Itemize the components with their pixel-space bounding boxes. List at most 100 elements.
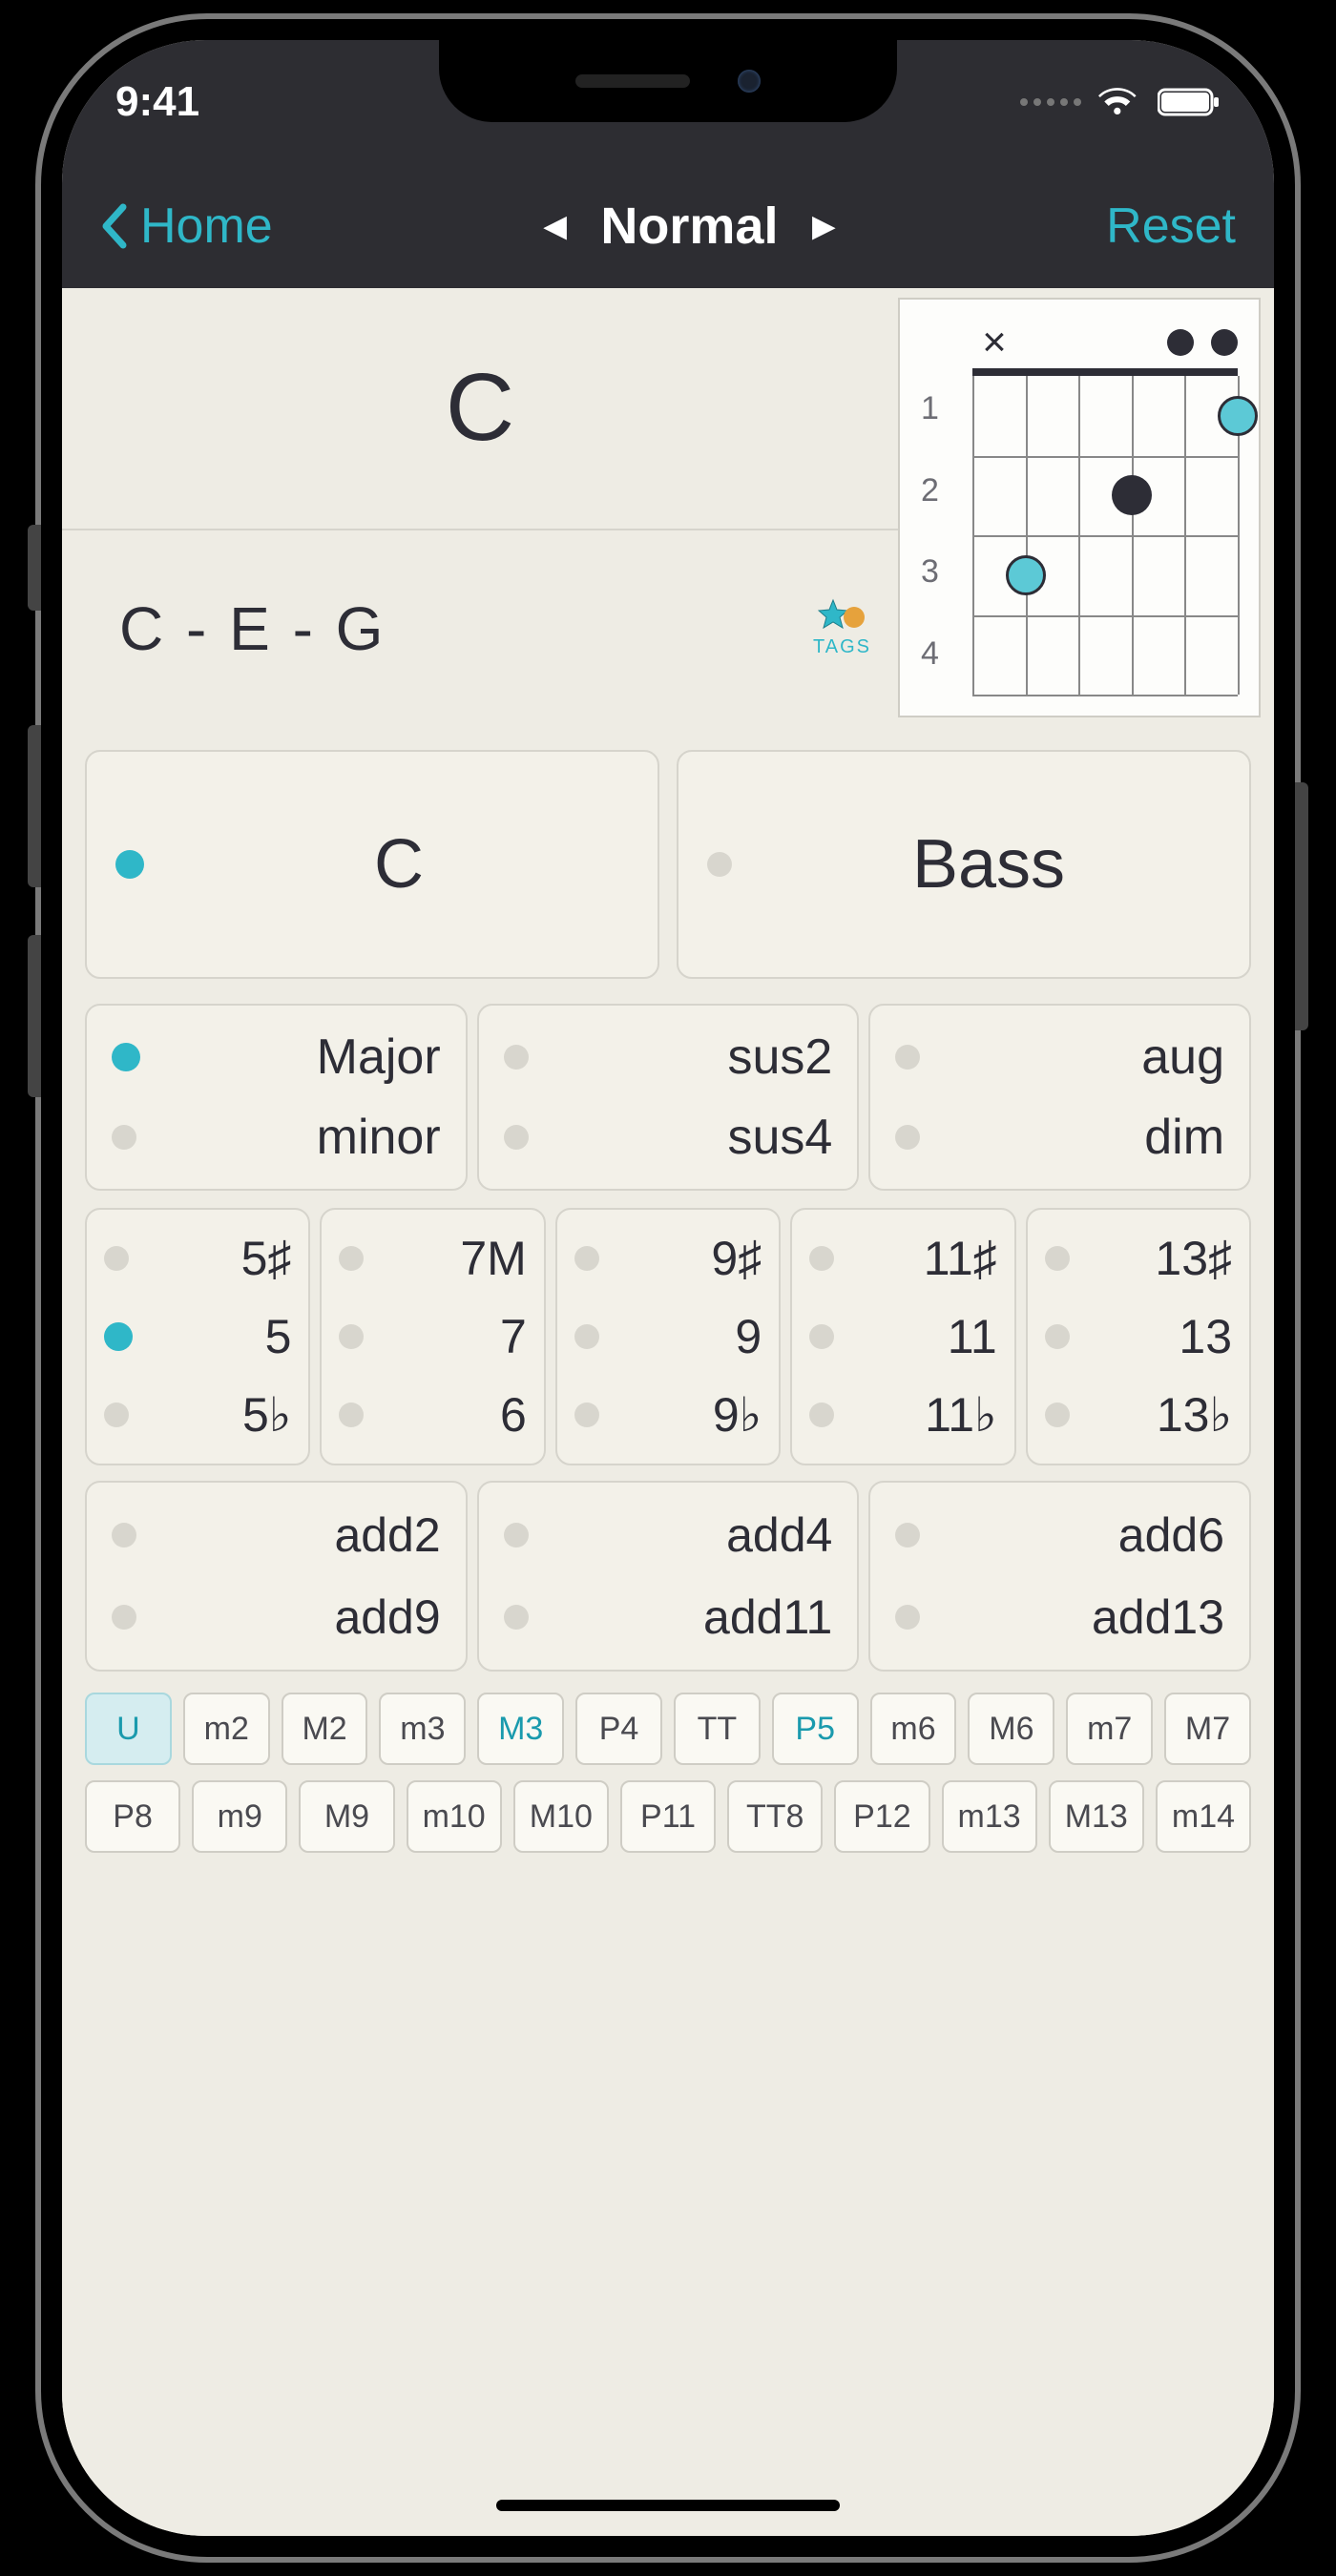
interval-pill[interactable]: U [85, 1693, 172, 1765]
interval-pill[interactable]: TT [674, 1693, 761, 1765]
summary-left: C C - E - G TAGS [62, 288, 898, 727]
ext-row-option[interactable]: 11♭ [792, 1376, 1013, 1454]
triangle-right-icon[interactable]: ▶ [812, 210, 834, 243]
interval-pill[interactable]: m6 [870, 1693, 957, 1765]
ext-row-option[interactable]: 13♭ [1028, 1376, 1249, 1454]
interval-pill[interactable]: P4 [575, 1693, 662, 1765]
interval-pill[interactable]: m3 [379, 1693, 466, 1765]
fret-number: 1 [921, 390, 972, 427]
ext-row-option[interactable]: 11♯ [792, 1219, 1013, 1298]
back-label: Home [140, 197, 273, 255]
interval-pill[interactable]: P8 [85, 1780, 180, 1853]
bass-panel[interactable]: Bass [677, 750, 1251, 979]
interval-pill[interactable]: M7 [1164, 1693, 1251, 1765]
interval-pill[interactable]: P5 [772, 1693, 859, 1765]
radio-off-icon [895, 1523, 920, 1548]
interval-pill[interactable]: M13 [1049, 1780, 1144, 1853]
chord-notes: C - E - G [119, 593, 386, 664]
quality-row-panel-1: sus2 sus4 [477, 1004, 860, 1191]
back-button[interactable]: Home [100, 197, 273, 255]
interval-pill[interactable]: M10 [513, 1780, 609, 1853]
add-row-option[interactable]: add13 [870, 1576, 1249, 1658]
radio-off-icon [1045, 1402, 1070, 1427]
quality-row-option[interactable]: minor [87, 1097, 466, 1177]
add-row-panel-2: add6 add13 [868, 1481, 1251, 1672]
quality-row-option[interactable]: Major [87, 1017, 466, 1097]
finger-dot [1112, 475, 1152, 515]
chevron-left-icon [100, 203, 127, 249]
quality-row-option[interactable]: sus2 [479, 1017, 858, 1097]
radio-off-icon [1045, 1324, 1070, 1349]
interval-pill[interactable]: m10 [407, 1780, 502, 1853]
option-label: sus2 [553, 1028, 833, 1086]
interval-pill[interactable]: m9 [192, 1780, 287, 1853]
fret-numbers: 1234 [921, 368, 972, 695]
ext-row-option[interactable]: 9♯ [557, 1219, 779, 1298]
interval-pill[interactable]: M6 [968, 1693, 1054, 1765]
summary-row: C C - E - G TAGS [62, 288, 1274, 727]
bass-label: Bass [757, 825, 1221, 904]
interval-pill[interactable]: m14 [1156, 1780, 1251, 1853]
option-label: 7M [379, 1231, 526, 1286]
ext-row-option[interactable]: 5♭ [87, 1376, 308, 1454]
mode-switcher[interactable]: ◀ Normal ▶ [544, 197, 834, 256]
chord-name[interactable]: C [62, 288, 898, 530]
ext-row-option[interactable]: 13 [1028, 1298, 1249, 1376]
front-camera [738, 70, 761, 93]
ext-row-option[interactable]: 5♯ [87, 1219, 308, 1298]
extensions-row: 5♯ 5 5♭ 7M 7 6 9♯9 9♭ 11♯1111♭ 13♯ 1313♭ [62, 1200, 1274, 1473]
ext-row-option[interactable]: 7M [322, 1219, 543, 1298]
add-row-option[interactable]: add11 [479, 1576, 858, 1658]
add-row-option[interactable]: add6 [870, 1494, 1249, 1576]
tags-label: TAGS [813, 636, 871, 658]
interval-pill[interactable]: M9 [299, 1780, 394, 1853]
option-label: 13♯ [1085, 1231, 1232, 1286]
ext-row-option[interactable]: 6 [322, 1376, 543, 1454]
radio-on-icon [104, 1322, 133, 1351]
option-label: 5 [148, 1309, 291, 1364]
option-label: add4 [553, 1507, 833, 1563]
fret-number: 2 [921, 472, 972, 509]
quality-row-option[interactable]: aug [870, 1017, 1249, 1097]
reset-button[interactable]: Reset [1106, 197, 1236, 255]
radio-off-icon [112, 1523, 136, 1548]
radio-off-icon [1045, 1246, 1070, 1271]
interval-pill[interactable]: P12 [834, 1780, 929, 1853]
interval-pill[interactable]: M3 [477, 1693, 564, 1765]
interval-pill[interactable]: TT8 [727, 1780, 823, 1853]
tags-button[interactable]: TAGS [813, 598, 871, 658]
radio-off-icon [574, 1402, 599, 1427]
option-label: add13 [945, 1589, 1224, 1645]
fret-number: 3 [921, 553, 972, 591]
option-label: 6 [379, 1387, 526, 1443]
interval-pill[interactable]: m7 [1066, 1693, 1153, 1765]
ext-row-option[interactable]: 11 [792, 1298, 1013, 1376]
radio-off-icon [104, 1402, 129, 1427]
phone-vol-up [28, 725, 41, 887]
triangle-left-icon[interactable]: ◀ [544, 210, 566, 243]
add-row-option[interactable]: add9 [87, 1576, 466, 1658]
interval-pill[interactable]: M2 [282, 1693, 368, 1765]
add-row-option[interactable]: add2 [87, 1494, 466, 1576]
diagram-top-markers: × [921, 317, 1238, 368]
quality-row-option[interactable]: sus4 [479, 1097, 858, 1177]
interval-pill[interactable]: m2 [183, 1693, 270, 1765]
root-panel[interactable]: C [85, 750, 659, 979]
ext-row-option[interactable]: 7 [322, 1298, 543, 1376]
interval-pill[interactable]: P11 [620, 1780, 716, 1853]
interval-pill[interactable]: m13 [942, 1780, 1037, 1853]
ext-row-panel-0: 5♯ 5 5♭ [85, 1208, 310, 1465]
ext-row-option[interactable]: 13♯ [1028, 1219, 1249, 1298]
quality-row-option[interactable]: dim [870, 1097, 1249, 1177]
option-label: dim [945, 1109, 1224, 1166]
black-backdrop: 9:41 Home [0, 0, 1336, 2576]
ext-row-option[interactable]: 9♭ [557, 1376, 779, 1454]
option-label: add2 [161, 1507, 441, 1563]
ext-row-option[interactable]: 9 [557, 1298, 779, 1376]
add-row-option[interactable]: add4 [479, 1494, 858, 1576]
ext-row-option[interactable]: 5 [87, 1298, 308, 1376]
option-label: 9♭ [615, 1387, 762, 1443]
notch [439, 40, 897, 122]
home-indicator[interactable] [496, 2500, 840, 2511]
chord-diagram[interactable]: × 1234 [898, 298, 1261, 717]
